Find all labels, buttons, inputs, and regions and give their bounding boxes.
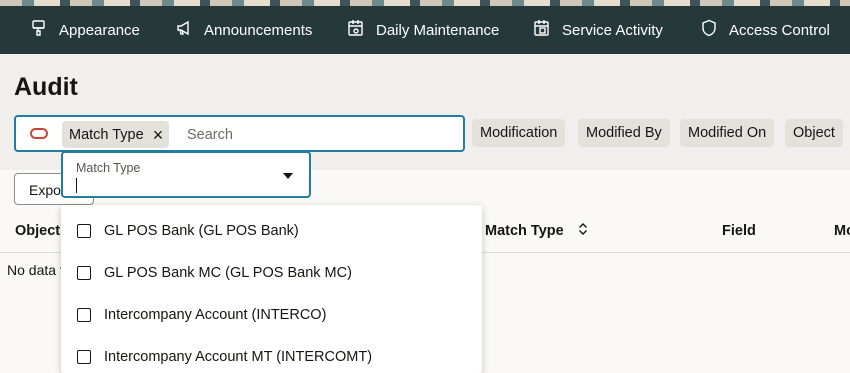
page-title: Audit [14, 73, 78, 101]
column-header-field[interactable]: Field [722, 223, 756, 239]
nav-item-appearance[interactable]: Appearance [30, 6, 140, 54]
column-header-object[interactable]: Object [15, 223, 60, 239]
list-item[interactable]: GL POS Bank (GL POS Bank) [61, 210, 482, 252]
filter-chip-match-type[interactable]: Match Type × [62, 121, 170, 148]
text-cursor [76, 178, 77, 193]
brush-icon [30, 19, 59, 41]
nav-label: Appearance [59, 21, 140, 39]
nav-label: Access Control [729, 21, 830, 39]
megaphone-icon [175, 19, 204, 41]
oracle-filter-icon [30, 128, 48, 139]
list-item[interactable]: Intercompany Account MT (INTERCOMT) [61, 336, 482, 373]
option-label: Intercompany Account MT (INTERCOMT) [104, 349, 373, 365]
shield-icon [700, 19, 729, 41]
checkbox[interactable] [77, 350, 91, 364]
calendar-clipboard-icon [533, 19, 562, 41]
search-input[interactable] [187, 122, 457, 148]
filter-chip-label: Match Type [69, 126, 144, 143]
filter-pill-modified-on[interactable]: Modified On [680, 119, 775, 147]
close-icon[interactable]: × [153, 126, 164, 144]
match-type-select[interactable]: Match Type [61, 151, 311, 198]
select-label: Match Type [76, 161, 141, 175]
nav-item-daily-maintenance[interactable]: Daily Maintenance [347, 6, 499, 54]
filter-pill-modification[interactable]: Modification [472, 119, 566, 147]
option-label: Intercompany Account (INTERCO) [104, 307, 327, 323]
column-header-match-type[interactable]: Match Type [485, 223, 588, 239]
nav-item-access-control[interactable]: Access Control [700, 6, 830, 54]
option-label: GL POS Bank (GL POS Bank) [104, 223, 299, 239]
column-header-modification[interactable]: Mo [834, 223, 850, 239]
nav-item-announcements[interactable]: Announcements [175, 6, 312, 54]
chevron-down-icon[interactable] [283, 173, 293, 179]
match-type-options-list: GL POS Bank (GL POS Bank) GL POS Bank MC… [61, 205, 482, 373]
checkbox[interactable] [77, 224, 91, 238]
nav-label: Service Activity [562, 21, 663, 39]
list-item[interactable]: GL POS Bank MC (GL POS Bank MC) [61, 252, 482, 294]
nav-item-service-activity[interactable]: Service Activity [533, 6, 663, 54]
filter-pill-object[interactable]: Object [785, 119, 843, 147]
sort-icon[interactable] [578, 223, 588, 239]
search-field[interactable]: Match Type × [14, 115, 465, 152]
checkbox[interactable] [77, 266, 91, 280]
column-header-label: Match Type [485, 223, 564, 239]
checkbox[interactable] [77, 308, 91, 322]
list-item[interactable]: Intercompany Account (INTERCO) [61, 294, 482, 336]
nav-label: Announcements [204, 21, 313, 39]
nav-label: Daily Maintenance [376, 21, 500, 39]
calendar-gear-icon [347, 19, 376, 41]
top-navigation: Appearance Announcements Daily Maintenan… [0, 6, 850, 54]
filter-pill-modified-by[interactable]: Modified By [578, 119, 670, 147]
option-label: GL POS Bank MC (GL POS Bank MC) [104, 265, 352, 281]
